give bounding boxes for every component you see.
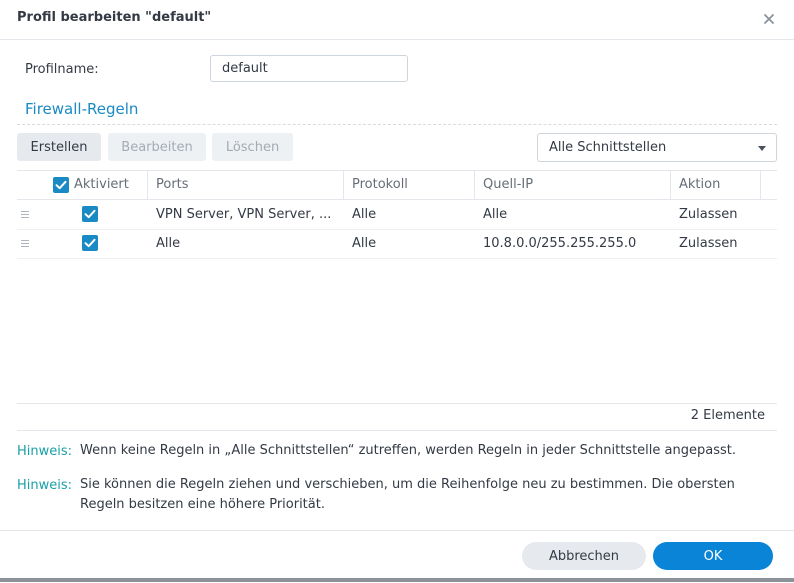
ok-button[interactable]: OK [653,542,773,570]
checkmark-icon [84,209,96,219]
edit-button[interactable]: Bearbeiten [108,133,206,161]
table-row[interactable]: VPN Server, VPN Server, ... Alle Alle Zu… [17,200,777,230]
cell-ports: VPN Server, VPN Server, ... [156,207,332,222]
select-all-checkbox[interactable] [53,177,69,193]
table-row[interactable]: Alle Alle 10.8.0.0/255.255.255.0 Zulasse… [17,229,777,259]
drag-handle-icon[interactable] [21,211,29,218]
column-enabled[interactable]: Aktiviert [17,171,148,199]
dialog-title-bar: Profil bearbeiten "default" [0,0,794,40]
profile-name-input[interactable] [210,55,408,82]
firewall-rules-heading: Firewall-Regeln [25,100,139,118]
hint-label: Hinweis: [17,478,73,493]
cell-action: Zulassen [679,207,738,222]
edit-profile-dialog: Profil bearbeiten "default" Profilname: … [0,0,794,582]
section-divider [17,124,777,125]
cell-source-ip: Alle [483,207,508,222]
cancel-button[interactable]: Abbrechen [522,542,646,570]
count-divider [17,430,777,431]
checkmark-icon [55,180,67,190]
column-enabled-label: Aktiviert [74,177,129,192]
window-bottom-edge [0,578,794,582]
column-protocol[interactable]: Protokoll [344,171,475,199]
column-source-ip[interactable]: Quell-IP [475,171,671,199]
cell-protocol: Alle [352,207,377,222]
column-ports[interactable]: Ports [148,171,344,199]
create-button[interactable]: Erstellen [17,133,101,161]
cell-action: Zulassen [679,236,738,251]
chevron-down-icon [758,146,766,151]
delete-button[interactable]: Löschen [212,133,293,161]
firewall-rules-table: Aktiviert Ports Protokoll Quell-IP Aktio… [17,170,777,404]
dialog-title: Profil bearbeiten "default" [17,10,212,25]
drag-handle-icon[interactable] [21,240,29,247]
row-enabled-checkbox[interactable] [82,206,98,222]
hint-label: Hinweis: [17,444,73,459]
column-action[interactable]: Aktion [671,171,761,199]
interface-select[interactable]: Alle Schnittstellen [537,133,777,162]
cell-ports: Alle [156,236,181,251]
item-count: 2 Elemente [690,408,765,423]
hint-text: Sie können die Regeln ziehen und verschi… [80,477,735,512]
table-header: Aktiviert Ports Protokoll Quell-IP Aktio… [17,171,777,200]
profile-name-label: Profilname: [25,62,99,77]
close-icon[interactable] [760,10,778,28]
checkmark-icon [84,238,96,248]
dialog-footer: Abbrechen OK [0,530,794,583]
row-enabled-checkbox[interactable] [82,235,98,251]
cell-protocol: Alle [352,236,377,251]
interface-select-value: Alle Schnittstellen [549,140,667,155]
cell-source-ip: 10.8.0.0/255.255.255.0 [483,236,637,251]
hint-text: Wenn keine Regeln in „Alle Schnittstelle… [80,443,736,458]
